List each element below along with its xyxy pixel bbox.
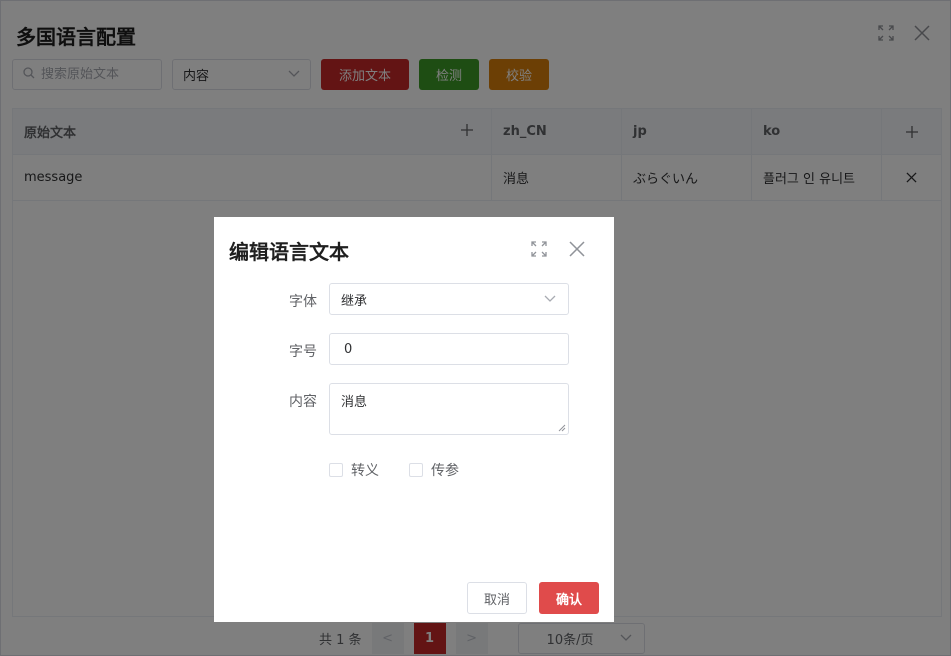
close-icon[interactable] (567, 239, 587, 259)
escape-checkbox[interactable]: 转义 (329, 460, 379, 480)
content-textarea[interactable]: 消息 (329, 383, 569, 435)
escape-checkbox-label: 转义 (351, 463, 379, 479)
param-checkbox-box[interactable] (409, 463, 423, 477)
content-value: 消息 (341, 395, 368, 410)
param-checkbox-label: 传参 (431, 463, 459, 479)
font-select[interactable]: 继承 (329, 283, 569, 315)
chevron-down-icon (544, 292, 556, 307)
cancel-button[interactable]: 取消 (467, 582, 527, 614)
options-checkboxes: 转义 传参 (329, 460, 459, 480)
fullscreen-icon[interactable] (529, 239, 549, 259)
dialog-title: 编辑语言文本 (229, 240, 349, 264)
escape-checkbox-box[interactable] (329, 463, 343, 477)
dialog-actions (529, 239, 587, 259)
edit-language-text-dialog: 编辑语言文本 字体 继承 字号 0 内容 消息 转义 传参 取消 确认 (214, 217, 614, 622)
dialog-footer: 取消 确认 (467, 582, 599, 614)
font-select-value: 继承 (341, 293, 368, 309)
param-checkbox[interactable]: 传参 (409, 460, 459, 480)
confirm-button[interactable]: 确认 (539, 582, 599, 614)
content-label: 内容 (289, 394, 317, 410)
font-size-label: 字号 (289, 344, 317, 360)
font-size-input[interactable]: 0 (329, 333, 569, 365)
font-label: 字体 (289, 294, 317, 310)
resize-handle-icon[interactable] (558, 424, 566, 432)
